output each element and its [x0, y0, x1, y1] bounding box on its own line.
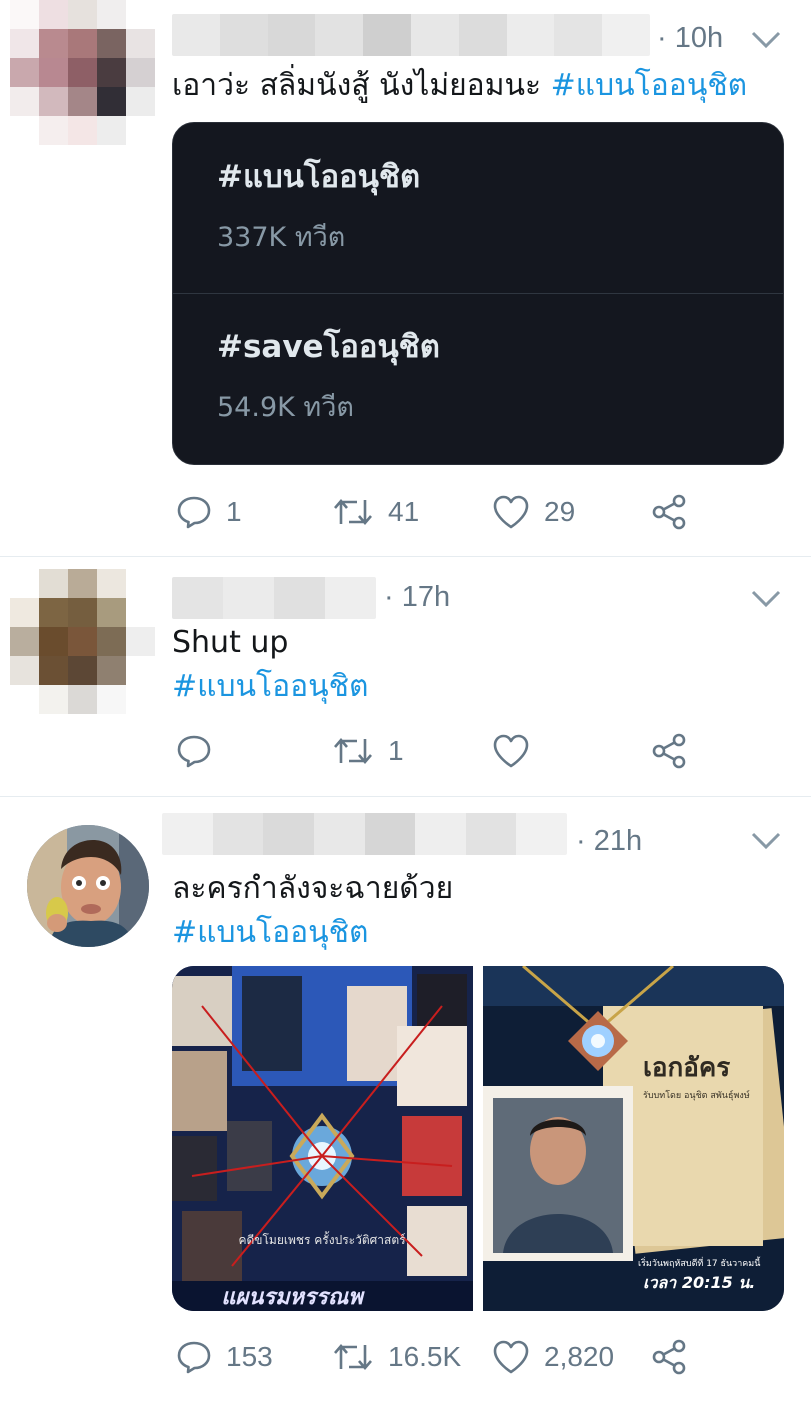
media-image-character[interactable]: เอกอัคร รับบทโดย อนุชิต สพันธุ์พงษ์ เริ่… [483, 966, 784, 1311]
trend-item[interactable]: #แบนโออนุชิต 337K ทวีต [217, 151, 420, 258]
share-button[interactable] [650, 492, 688, 532]
like-button[interactable]: 29 [492, 492, 575, 532]
reply-icon [177, 735, 211, 768]
retweet-icon [334, 1344, 372, 1370]
retweet-button[interactable]: 41 [332, 492, 419, 532]
air-time: เวลา 20:15 น. [643, 1273, 755, 1292]
poster-title: แผนรมหรรณพ [221, 1285, 365, 1310]
tweet-actions: 1 [0, 731, 811, 771]
tweet-text: เอาว่ะ สลิ่มนังสู้ นังไม่ยอมนะ #แบนโออนุ… [172, 64, 747, 108]
retweet-count: 1 [388, 735, 404, 766]
avatar[interactable] [27, 825, 149, 947]
share-button[interactable] [650, 1337, 688, 1377]
hashtag-link[interactable]: #แบนโออนุชิต [172, 665, 369, 709]
like-button[interactable] [492, 731, 544, 771]
tweet-text: ละครกำลังจะฉายด้วย [172, 871, 454, 906]
chevron-down-icon[interactable] [750, 30, 782, 50]
tweet-text-body: เอาว่ะ สลิ่มนังสู้ นังไม่ยอมนะ [172, 68, 551, 103]
hashtag-link[interactable]: #แบนโออนุชิต [551, 68, 748, 103]
trend-count: 337K ทวีต [217, 222, 346, 253]
share-icon [652, 733, 686, 769]
retweet-button[interactable]: 16.5K [332, 1337, 461, 1377]
poster-caption: คดีขโมยเพชร ครั้งประวัติศาสตร์ [238, 1231, 406, 1247]
like-count: 2,820 [544, 1341, 615, 1372]
reply-button[interactable]: 1 [176, 492, 242, 532]
retweet-count: 16.5K [388, 1341, 462, 1372]
tweet-1[interactable]: · 10h เอาว่ะ สลิ่มนังสู้ นังไม่ยอมนะ #แบ… [0, 0, 811, 557]
heart-icon [493, 1340, 529, 1374]
retweet-icon [334, 499, 372, 525]
drama-poster-image: คดีขโมยเพชร ครั้งประวัติศาสตร์ แผนรมหรรณ… [172, 966, 473, 1311]
share-button[interactable] [650, 731, 688, 771]
divider [173, 293, 783, 294]
timestamp[interactable]: · 10h [657, 22, 723, 55]
share-icon [652, 494, 686, 530]
reply-button[interactable] [176, 731, 226, 771]
character-card-image: เอกอัคร รับบทโดย อนุชิต สพันธุ์พงษ์ เริ่… [483, 966, 784, 1311]
avatar[interactable] [10, 0, 155, 145]
reply-icon [177, 1341, 211, 1374]
like-count: 29 [544, 496, 576, 527]
character-name: เอกอัคร [643, 1053, 730, 1083]
username-redacted[interactable] [172, 577, 376, 619]
reply-count: 1 [226, 496, 242, 527]
tweet-actions: 153 16.5K 2,820 [0, 1337, 811, 1377]
tweet-2[interactable]: · 17h Shut up #แบนโออนุชิต 1 [0, 557, 811, 797]
trend-item[interactable]: #saveโออนุชิต 54.9K ทวีต [217, 321, 440, 428]
trend-name: #saveโออนุชิต [217, 329, 440, 365]
trend-name: #แบนโออนุชิต [217, 159, 421, 195]
heart-icon [493, 734, 529, 768]
tweet-text: Shut up [172, 625, 289, 660]
chevron-down-icon[interactable] [750, 589, 782, 609]
like-button[interactable]: 2,820 [492, 1337, 614, 1377]
share-icon [652, 1339, 686, 1375]
retweet-count: 41 [388, 496, 420, 527]
reply-icon [177, 496, 211, 529]
character-actor: รับบทโดย อนุชิต สพันธุ์พงษ์ [643, 1089, 750, 1101]
avatar[interactable] [10, 569, 155, 714]
timestamp[interactable]: · 21h [576, 825, 642, 858]
avatar-photo [27, 825, 149, 947]
tweet-actions: 1 41 29 [0, 492, 811, 532]
trends-card[interactable]: #แบนโออนุชิต 337K ทวีต #saveโออนุชิต 54.… [172, 122, 784, 465]
heart-icon [493, 495, 529, 529]
hashtag-link[interactable]: #แบนโออนุชิต [172, 911, 369, 955]
media-image-poster[interactable]: คดีขโมยเพชร ครั้งประวัติศาสตร์ แผนรมหรรณ… [172, 966, 473, 1311]
reply-button[interactable]: 153 [176, 1337, 273, 1377]
reply-count: 153 [226, 1341, 273, 1372]
username-redacted[interactable] [172, 14, 650, 56]
chevron-down-icon[interactable] [750, 831, 782, 851]
trend-count: 54.9K ทวีต [217, 392, 354, 423]
timestamp[interactable]: · 17h [384, 581, 450, 614]
retweet-button[interactable]: 1 [332, 731, 404, 771]
retweet-icon [334, 738, 372, 764]
username-redacted[interactable] [162, 813, 567, 855]
